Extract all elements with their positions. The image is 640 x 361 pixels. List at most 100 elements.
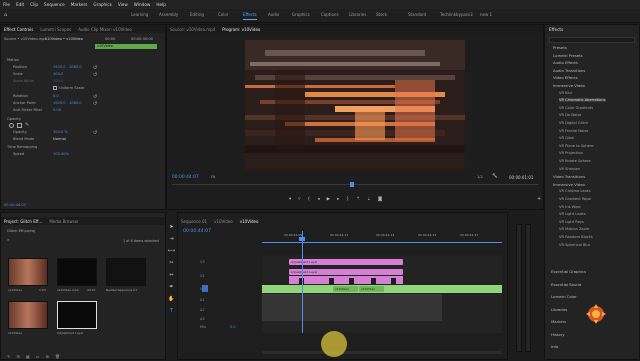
mask-rect-icon[interactable]: [17, 123, 22, 128]
timeline-scrollbar[interactable]: [262, 351, 502, 354]
workspace-tab-techlinkbypass3[interactable]: Techlinkbypass3: [440, 12, 473, 17]
effects-item[interactable]: VR Mobius Zoom: [559, 227, 589, 231]
workspace-tab-captions[interactable]: Captions: [321, 12, 339, 17]
effects-folder[interactable]: Immersive Video: [553, 182, 585, 187]
go-to-in-icon[interactable]: {: [308, 197, 311, 202]
reset-icon[interactable]: ↺: [93, 101, 97, 107]
section-motion[interactable]: Motion: [7, 58, 19, 62]
add-button-icon[interactable]: +: [537, 196, 541, 202]
clip-label[interactable]: v10Video • v10Video: [45, 37, 83, 41]
type-tool-icon[interactable]: T: [170, 308, 173, 314]
opacity-value[interactable]: 100.0 %: [53, 130, 68, 134]
effects-item[interactable]: VR Projection: [559, 151, 583, 155]
effects-item[interactable]: VR Color Gradients: [559, 106, 593, 110]
track-label-v2[interactable]: V2: [200, 274, 205, 278]
menu-file[interactable]: File: [3, 2, 10, 7]
project-thumb-selected[interactable]: [57, 301, 97, 329]
wrench-icon[interactable]: 🔧: [492, 174, 497, 179]
tab-program[interactable]: Program: v10Video: [222, 27, 260, 32]
reset-icon[interactable]: ↺: [93, 130, 97, 136]
mask-ellipse-icon[interactable]: [9, 123, 14, 128]
effects-folder[interactable]: Lumetri Presets: [553, 53, 583, 58]
project-thumb[interactable]: [57, 258, 97, 286]
workspace-tab-audio[interactable]: Audio: [268, 12, 279, 17]
effects-item[interactable]: VR De-Noise: [559, 113, 581, 117]
workspace-tab-new-1[interactable]: new 1: [480, 12, 492, 17]
v10video-clip[interactable]: v10Video: [333, 286, 358, 292]
adjustment-layer-clip[interactable]: Adjustment Layer: [289, 269, 403, 275]
delete-icon[interactable]: 🗑: [55, 354, 60, 359]
slip-tool-icon[interactable]: ⇔: [169, 272, 173, 278]
effects-item[interactable]: VR Rotate Sphere: [559, 159, 591, 163]
effects-folder[interactable]: Immersive Video: [553, 83, 585, 88]
v1-target-highlight[interactable]: [202, 285, 208, 292]
effects-folder[interactable]: Video Effects: [553, 75, 578, 80]
project-thumb[interactable]: [8, 301, 48, 329]
effects-folder[interactable]: Presets: [553, 45, 567, 50]
new-bin-icon[interactable]: ▭: [36, 354, 40, 359]
work-area-bar[interactable]: [262, 242, 502, 243]
speed-value[interactable]: 100.00%: [53, 152, 69, 156]
clip-chip[interactable]: v10Video: [95, 44, 157, 49]
panel-markers[interactable]: Markers: [551, 319, 566, 324]
position-x[interactable]: 1920.0: [53, 65, 66, 69]
tab-project[interactable]: Project: Glitch Eff...: [4, 219, 42, 224]
antiflicker-value[interactable]: 0.00: [53, 108, 61, 112]
playhead-handle[interactable]: [299, 237, 305, 241]
rotation-value[interactable]: 0.0: [53, 94, 59, 98]
pen-tool-icon[interactable]: ✒: [169, 284, 173, 290]
effects-item[interactable]: VR Fractal Noise: [559, 129, 588, 133]
timeline-timecode[interactable]: 00:00:44:07: [183, 229, 211, 234]
effects-item[interactable]: VR Light Rays: [559, 220, 584, 224]
anchor-x[interactable]: 1920.0: [53, 101, 66, 105]
extract-icon[interactable]: ⇣: [367, 197, 371, 202]
pencil-icon[interactable]: ✎: [7, 354, 10, 359]
effects-item[interactable]: VR Digital Glitch: [559, 121, 588, 125]
effects-item[interactable]: VR Chroma Leaks: [559, 189, 591, 193]
program-timecode[interactable]: 00:00:44:07: [172, 175, 199, 180]
effects-item[interactable]: VR Glow: [559, 136, 574, 140]
ripple-edit-icon[interactable]: ⟷: [168, 248, 175, 254]
adjustment-layer-strip[interactable]: [289, 276, 403, 284]
panel-history[interactable]: History: [551, 332, 565, 337]
adjustment-layer-clip[interactable]: Adjustment Layer: [289, 259, 403, 265]
track-label-a1[interactable]: A1: [200, 298, 205, 302]
workspace-tab-editing[interactable]: Editing: [190, 12, 204, 17]
effects-folder[interactable]: Audio Effects: [553, 60, 578, 65]
effects-item[interactable]: VR Chromatic Aberrations: [559, 98, 606, 103]
position-y[interactable]: 1080.0: [69, 65, 82, 69]
quality-select[interactable]: 1/2: [477, 175, 483, 179]
menu-graphics[interactable]: Graphics: [93, 2, 112, 7]
menu-help[interactable]: Help: [156, 2, 166, 7]
scale-value[interactable]: 100.0: [53, 72, 63, 76]
workspace-tab-color[interactable]: Color: [218, 12, 228, 17]
fit-select[interactable]: Fit: [211, 175, 215, 179]
tab-source[interactable]: Source: v10Video.mp4: [170, 27, 215, 32]
tab-lumetri-scopes[interactable]: Lumetri Scopes: [40, 27, 71, 32]
panel-essential-graphics[interactable]: Essential Graphics: [551, 269, 586, 274]
tab-audio-clip-mixer[interactable]: Audio Clip Mixer: v10Video: [78, 27, 132, 32]
track-select-icon[interactable]: ⇥: [169, 236, 173, 242]
workspace-tab-libraries[interactable]: Libraries: [349, 12, 366, 17]
project-thumb[interactable]: [8, 258, 48, 286]
v10video-clip[interactable]: v10Video: [359, 286, 384, 292]
panel-lumetri-color[interactable]: Lumetri Color: [551, 294, 577, 299]
workspace-tab-assembly[interactable]: Assembly: [159, 12, 178, 17]
effects-search-input[interactable]: [549, 37, 635, 43]
blend-mode-select[interactable]: Normal: [53, 137, 66, 141]
panel-libraries[interactable]: Libraries: [551, 307, 567, 312]
reset-icon[interactable]: ↺: [93, 65, 97, 71]
menu-markers[interactable]: Markers: [71, 2, 88, 7]
mini-timeline[interactable]: [172, 184, 538, 185]
icon-view-icon[interactable]: ▦: [26, 354, 30, 359]
mask-pen-icon[interactable]: ✎: [25, 122, 29, 128]
effects-item[interactable]: VR Spherical Blur: [559, 243, 590, 247]
effects-item[interactable]: VR Blur: [559, 91, 572, 95]
mark-out-icon[interactable]: ▿: [298, 197, 300, 202]
step-forward-icon[interactable]: ▸: [337, 197, 339, 202]
track-label-a3[interactable]: A3: [200, 317, 205, 321]
step-back-icon[interactable]: ◂: [317, 197, 319, 202]
workspace-tab-learning[interactable]: Learning: [131, 12, 148, 17]
uniform-scale-checkbox[interactable]: [53, 86, 57, 90]
hand-tool-icon[interactable]: ✋: [168, 296, 174, 302]
